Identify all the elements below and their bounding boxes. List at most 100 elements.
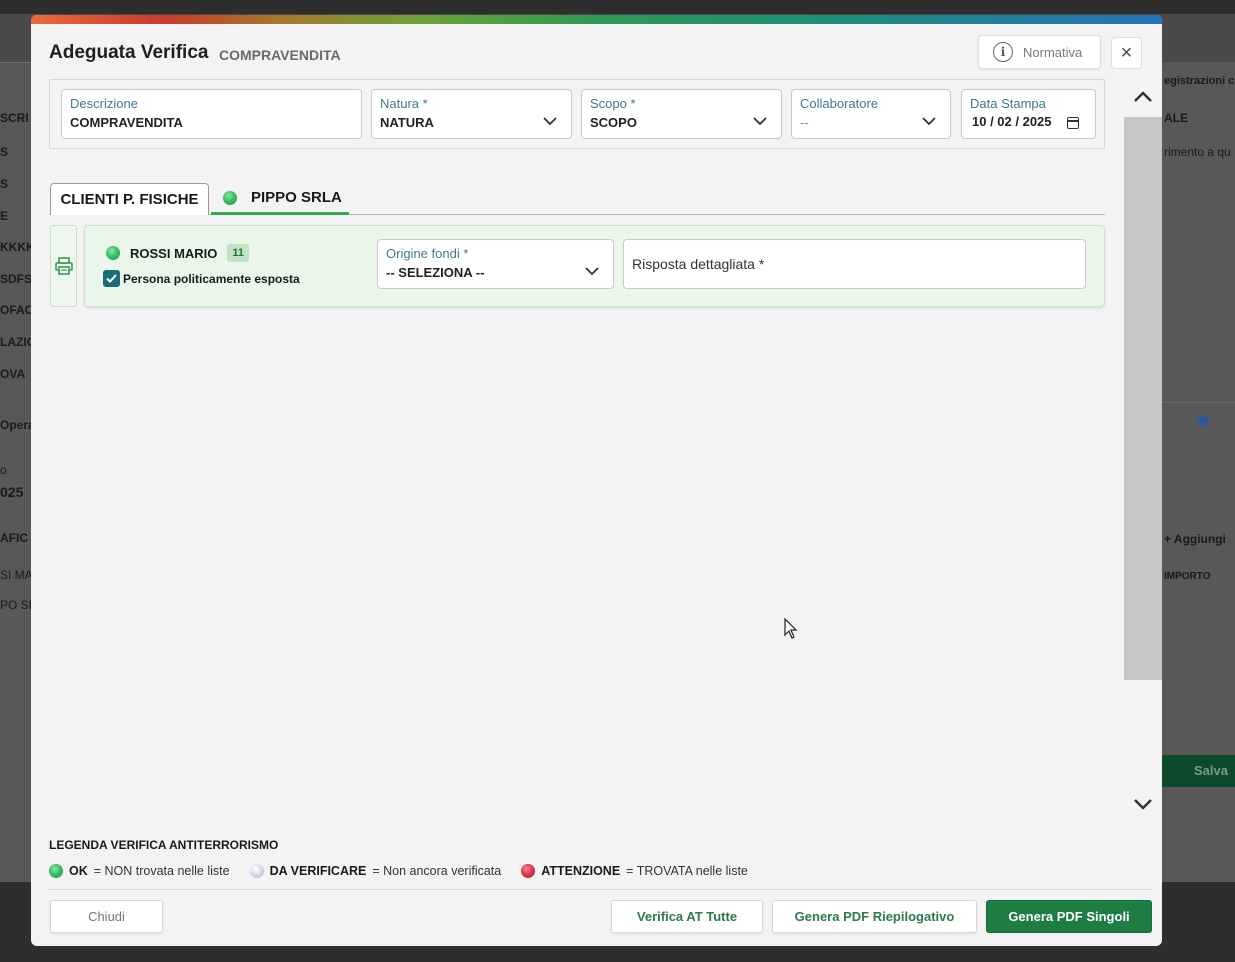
footer-divider bbox=[49, 889, 1152, 890]
adeguata-verifica-modal: Adeguata Verifica COMPRAVENDITA i Normat… bbox=[31, 15, 1162, 946]
pep-checkbox-row[interactable]: Persona politicamente esposta bbox=[103, 270, 300, 287]
genera-pdf-singoli-button[interactable]: Genera PDF Singoli bbox=[986, 900, 1152, 933]
bg-divider bbox=[1162, 402, 1235, 403]
origine-fondi-label: Origine fondi * bbox=[386, 246, 469, 261]
print-button[interactable] bbox=[50, 225, 77, 307]
bg-right-text: IMPORTO bbox=[1164, 571, 1211, 582]
legend-text: = TROVATA nelle liste bbox=[626, 864, 748, 878]
bg-dropdown-icon bbox=[1196, 417, 1210, 428]
bg-right-text: + Aggiungi bbox=[1164, 532, 1226, 546]
scroll-down-button[interactable] bbox=[1124, 785, 1162, 823]
bg-left-text: E bbox=[0, 209, 9, 223]
tab-label: CLIENTI P. FISICHE bbox=[60, 191, 199, 208]
mouse-cursor-icon bbox=[784, 618, 798, 639]
modal-content: Descrizione COMPRAVENDITA Natura * NATUR… bbox=[31, 77, 1124, 823]
bg-left-text: LAZIC bbox=[0, 335, 31, 349]
client-name-block: ROSSI MARIO 11 bbox=[106, 244, 250, 262]
bg-left-text: 025 bbox=[0, 484, 24, 500]
background-top-bar bbox=[0, 0, 1235, 14]
bg-left-text: S bbox=[0, 145, 9, 159]
info-icon: i bbox=[993, 42, 1013, 62]
tab-label: PIPPO SRLA bbox=[251, 189, 342, 206]
bg-salva-button: Salva bbox=[1162, 755, 1235, 787]
client-row: ROSSI MARIO 11 Persona politicamente esp… bbox=[84, 225, 1105, 307]
bg-left-text: SI MA bbox=[0, 568, 31, 582]
legend-item-attenzione: ATTENZIONE = TROVATA nelle liste bbox=[521, 864, 748, 878]
tab-pippo-srla[interactable]: PIPPO SRLA bbox=[211, 183, 349, 215]
close-icon: × bbox=[1120, 41, 1133, 64]
status-alert-icon bbox=[521, 864, 536, 878]
legend-item-da-verificare: DA VERIFICARE = Non ancora verificata bbox=[249, 864, 502, 878]
verifica-at-tutte-button[interactable]: Verifica AT Tutte bbox=[611, 900, 763, 933]
collaboratore-label: Collaboratore bbox=[800, 96, 879, 111]
bg-left-text: SDFSD bbox=[0, 272, 31, 286]
legend-key: DA VERIFICARE bbox=[269, 864, 367, 878]
scopo-value: SCOPO bbox=[590, 115, 637, 130]
legend-item-ok: OK = NON trovata nelle liste bbox=[49, 864, 230, 878]
modal-accent-bar bbox=[31, 15, 1162, 24]
risposta-dettagliata-input[interactable]: Risposta dettagliata * bbox=[623, 239, 1086, 289]
legend-key: OK bbox=[69, 864, 88, 878]
client-name: ROSSI MARIO bbox=[130, 245, 218, 261]
collaboratore-value: -- bbox=[800, 115, 809, 130]
bg-left-text: SCRI bbox=[0, 111, 29, 125]
legend: LEGENDA VERIFICA ANTITERRORISMO OK = NON… bbox=[49, 838, 1149, 878]
chevron-up-icon bbox=[1134, 91, 1152, 102]
bg-left-text: Opera bbox=[0, 418, 31, 432]
status-ok-icon bbox=[49, 864, 63, 878]
bg-right-text: rimento a qu bbox=[1164, 145, 1231, 159]
legend-items: OK = NON trovata nelle liste DA VERIFICA… bbox=[49, 864, 1149, 878]
risposta-dettagliata-placeholder: Risposta dettagliata * bbox=[632, 256, 765, 272]
bg-left-text: o bbox=[0, 463, 7, 477]
scroll-thumb[interactable] bbox=[1124, 117, 1162, 680]
header-fields: Descrizione COMPRAVENDITA Natura * NATUR… bbox=[49, 79, 1105, 149]
legend-title: LEGENDA VERIFICA ANTITERRORISMO bbox=[49, 838, 279, 852]
bg-right-text: egistrazioni c bbox=[1164, 75, 1235, 87]
origine-fondi-select[interactable]: Origine fondi * -- SELEZIONA -- bbox=[377, 239, 614, 289]
natura-label: Natura * bbox=[380, 96, 428, 111]
normativa-button[interactable]: i Normativa bbox=[978, 35, 1101, 69]
chevron-down-icon bbox=[585, 267, 599, 276]
status-ok-icon bbox=[106, 246, 120, 260]
scopo-label: Scopo * bbox=[590, 96, 636, 111]
client-count-badge: 11 bbox=[227, 244, 250, 262]
descrizione-label: Descrizione bbox=[70, 96, 138, 111]
descrizione-field[interactable]: Descrizione COMPRAVENDITA bbox=[61, 89, 362, 139]
bg-left-text: S bbox=[0, 177, 9, 191]
bg-divider bbox=[0, 62, 31, 63]
bg-left-text: OFAOL bbox=[0, 303, 31, 317]
chevron-down-icon bbox=[753, 117, 767, 126]
natura-value: NATURA bbox=[380, 115, 434, 130]
normativa-label: Normativa bbox=[1023, 44, 1083, 60]
calendar-icon[interactable] bbox=[1067, 117, 1079, 129]
data-stampa-field[interactable]: Data Stampa 10 / 02 / 2025 bbox=[961, 89, 1096, 139]
chevron-down-icon bbox=[543, 117, 557, 126]
bg-left-text: AFIC bbox=[0, 531, 28, 545]
chiudi-button[interactable]: Chiudi bbox=[50, 900, 163, 933]
status-ok-icon bbox=[223, 190, 237, 205]
bg-salva-label: Salva bbox=[1194, 763, 1228, 778]
bg-right-text: ALE bbox=[1164, 111, 1188, 125]
pep-label: Persona politicamente esposta bbox=[123, 271, 300, 286]
legend-text: = NON trovata nelle liste bbox=[93, 864, 230, 878]
bg-left-text: OVA bbox=[0, 367, 26, 381]
scopo-select[interactable]: Scopo * SCOPO bbox=[581, 89, 782, 139]
natura-select[interactable]: Natura * NATURA bbox=[371, 89, 572, 139]
descrizione-value: COMPRAVENDITA bbox=[70, 115, 183, 130]
tab-clienti-p-fisiche[interactable]: CLIENTI P. FISICHE bbox=[50, 183, 209, 215]
checkmark-icon bbox=[106, 274, 117, 283]
legend-text: = Non ancora verificata bbox=[372, 864, 502, 878]
genera-pdf-riepilogativo-button[interactable]: Genera PDF Riepilogativo bbox=[772, 900, 977, 933]
data-stampa-label: Data Stampa bbox=[970, 96, 1046, 111]
status-pending-icon bbox=[249, 864, 264, 878]
origine-fondi-value: -- SELEZIONA -- bbox=[386, 265, 485, 280]
legend-key: ATTENZIONE bbox=[541, 864, 621, 878]
chevron-down-icon bbox=[922, 117, 936, 126]
collaboratore-select[interactable]: Collaboratore -- bbox=[791, 89, 951, 139]
printer-icon bbox=[54, 257, 73, 275]
pep-checkbox[interactable] bbox=[103, 270, 120, 287]
close-button[interactable]: × bbox=[1111, 37, 1142, 69]
bg-left-text: PO SR bbox=[0, 598, 31, 612]
scroll-up-button[interactable] bbox=[1124, 77, 1162, 117]
modal-scrollbar[interactable] bbox=[1124, 77, 1162, 823]
